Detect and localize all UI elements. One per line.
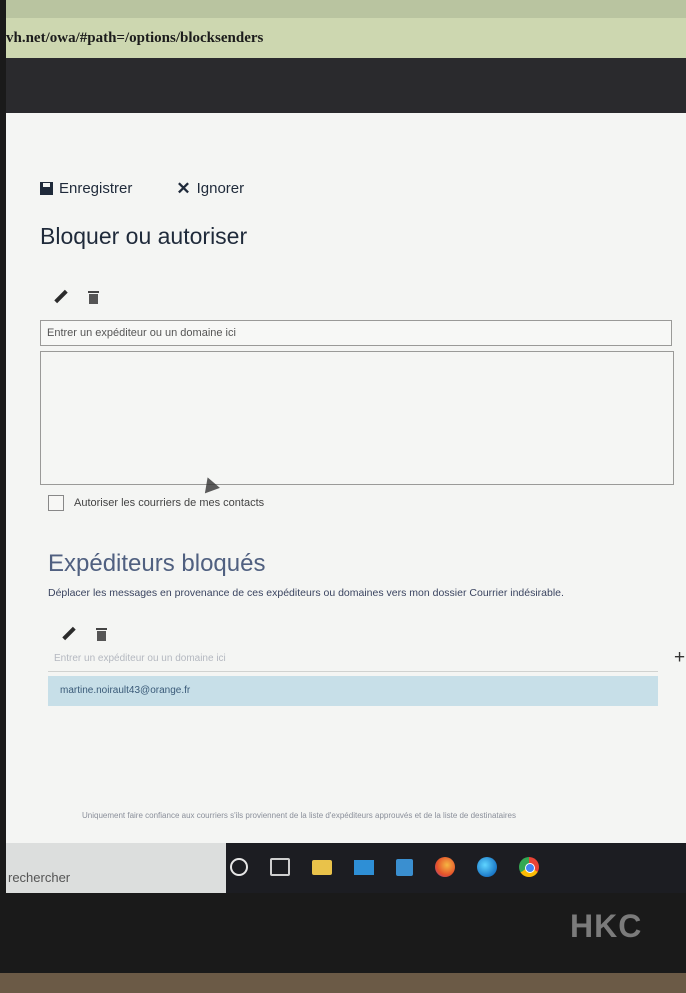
trust-option-text: Uniquement faire confiance aux courriers…	[82, 811, 516, 820]
toolbar: Enregistrer ✕ Ignorer	[40, 180, 244, 197]
taskbar-search[interactable]: rechercher	[6, 843, 226, 893]
taskbar-icons	[230, 857, 539, 877]
blocked-senders-description: Déplacer les messages en provenance de c…	[48, 587, 564, 599]
screen: vh.net/owa/#path=/options/blocksenders E…	[6, 0, 686, 893]
delete-icon[interactable]	[96, 627, 107, 641]
address-url[interactable]: vh.net/owa/#path=/options/blocksenders	[6, 30, 263, 47]
browser-top-strip	[6, 0, 686, 18]
page-title: Bloquer ou autoriser	[40, 223, 248, 249]
allow-contacts-option[interactable]: Autoriser les courriers de mes contacts	[48, 495, 264, 511]
windows-taskbar: rechercher	[6, 843, 686, 893]
safe-list-actions	[54, 290, 99, 304]
chrome-icon[interactable]	[519, 857, 539, 877]
mail-icon[interactable]	[354, 859, 374, 875]
allow-contacts-label: Autoriser les courriers de mes contacts	[74, 497, 265, 509]
discard-label: Ignorer	[196, 180, 245, 197]
blocked-senders-heading: Expéditeurs bloqués	[48, 550, 266, 577]
edge-icon[interactable]	[477, 857, 497, 877]
cortana-icon[interactable]	[230, 858, 248, 876]
monitor-brand-logo: HKC	[570, 908, 643, 944]
safe-senders-list[interactable]	[40, 351, 674, 485]
monitor-frame: vh.net/owa/#path=/options/blocksenders E…	[0, 0, 686, 993]
allow-contacts-checkbox[interactable]	[48, 495, 64, 511]
discard-button[interactable]: ✕ Ignorer	[176, 178, 245, 198]
blocked-sender-input[interactable]: Entrer un expéditeur ou un domaine ici	[48, 646, 658, 672]
close-icon: ✕	[176, 178, 191, 198]
edit-icon[interactable]	[54, 290, 68, 304]
safe-sender-input[interactable]: Entrer un expéditeur ou un domaine ici	[40, 320, 672, 346]
desk-surface	[0, 973, 686, 993]
owa-header-bar	[6, 58, 686, 113]
task-view-icon[interactable]	[270, 858, 290, 876]
save-icon	[40, 182, 53, 195]
address-bar[interactable]: vh.net/owa/#path=/options/blocksenders	[6, 18, 686, 59]
add-icon[interactable]: +	[674, 647, 685, 669]
edit-icon[interactable]	[62, 627, 76, 641]
save-button[interactable]: Enregistrer	[40, 180, 132, 197]
firefox-icon[interactable]	[435, 857, 455, 877]
delete-icon[interactable]	[88, 290, 99, 304]
file-explorer-icon[interactable]	[312, 859, 332, 875]
blocked-list-actions	[62, 627, 107, 641]
store-icon[interactable]	[396, 858, 413, 876]
save-label: Enregistrer	[59, 180, 133, 197]
options-page: Enregistrer ✕ Ignorer Bloquer ou autoris…	[6, 113, 686, 843]
list-item[interactable]: martine.noirault43@orange.fr	[48, 676, 658, 706]
